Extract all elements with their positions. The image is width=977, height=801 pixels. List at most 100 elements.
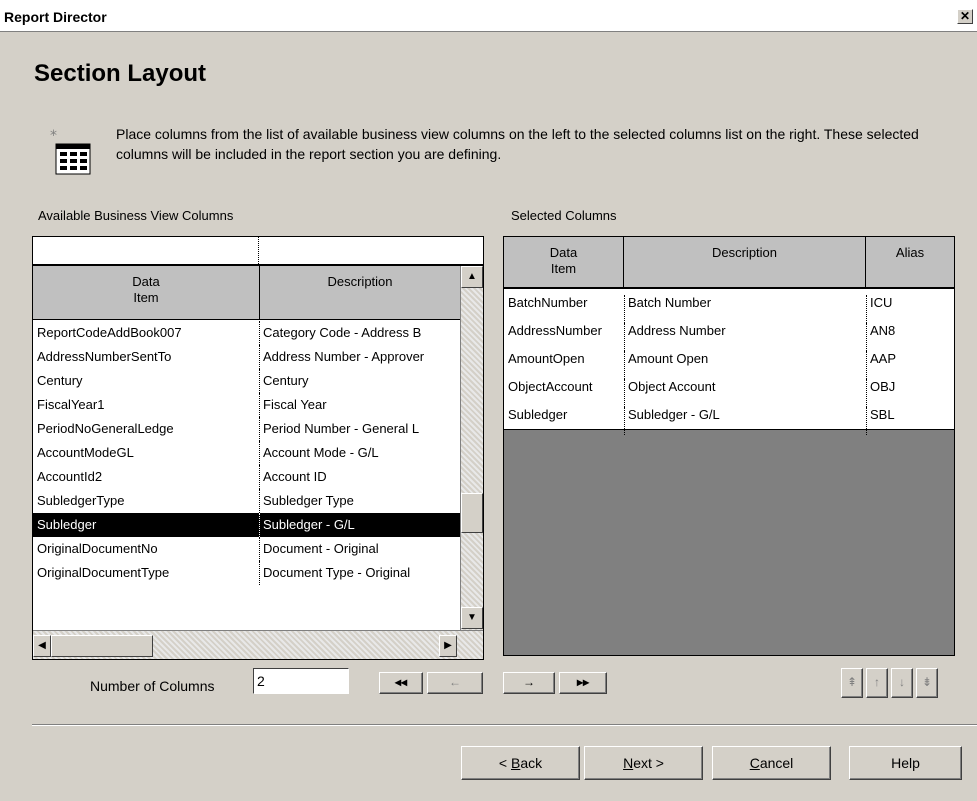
cell-alias: AN8 — [870, 323, 896, 338]
cell-description: Account Mode - G/L — [263, 445, 379, 460]
cell-data-item: BatchNumber — [508, 295, 588, 310]
cell-description: Subledger - G/L — [263, 517, 355, 532]
cancel-label: ancel — [759, 755, 794, 771]
scroll-right-button[interactable]: ▶ — [439, 635, 457, 657]
add-button[interactable]: → — [503, 672, 555, 694]
sel-header-alias[interactable]: Alias — [866, 237, 954, 290]
move-top-button[interactable]: ⇞ — [841, 668, 863, 698]
table-row[interactable]: ReportCodeAddBook007 Category Code - Addr… — [33, 321, 460, 345]
cell-description: Period Number - General L — [263, 421, 420, 436]
close-icon: ✕ — [959, 9, 971, 23]
cell-alias: SBL — [870, 407, 895, 422]
remove-button[interactable]: ← — [427, 672, 483, 694]
scroll-down-button[interactable]: ▼ — [461, 607, 483, 629]
table-row[interactable]: Century Century — [33, 369, 460, 393]
column-separator — [259, 537, 260, 561]
table-row[interactable]: OriginalDocumentNo Document - Original — [33, 537, 460, 561]
cell-data-item: AmountOpen — [508, 351, 585, 366]
selected-columns-grid[interactable]: Data Item Description Alias BatchNumber B… — [503, 236, 955, 656]
cell-description: Subledger Type — [263, 493, 354, 508]
cancel-button[interactable]: Cancel — [712, 746, 831, 780]
header-data-item[interactable]: Data Item — [33, 266, 260, 319]
move-bottom-button[interactable]: ⇟ — [916, 668, 938, 698]
left-arrow-icon: ← — [449, 675, 461, 689]
cell-data-item: Subledger — [37, 517, 97, 532]
scroll-up-button[interactable]: ▲ — [461, 266, 483, 288]
cell-data-item: Century — [37, 373, 83, 388]
available-columns-label: Available Business View Columns — [38, 208, 234, 223]
down-arrow-icon: ↓ — [899, 675, 905, 689]
title-bar: Report Director ✕ — [0, 0, 977, 32]
back-prefix: < — [498, 755, 511, 771]
table-row[interactable]: AccountId2 Account ID — [33, 465, 460, 489]
right-arrow-icon: → — [523, 675, 535, 689]
column-separator — [624, 407, 625, 435]
column-separator — [259, 513, 260, 537]
cancel-accelerator: C — [749, 755, 760, 771]
cell-description: Object Account — [628, 379, 716, 394]
table-row[interactable]: PeriodNoGeneralLedge Period Number - Gene… — [33, 417, 460, 441]
cell-description: Batch Number — [628, 295, 712, 310]
table-row[interactable]: AmountOpen Amount Open AAP — [504, 345, 954, 379]
cell-description: Document - Original — [263, 541, 379, 556]
table-row[interactable]: BatchNumber Batch Number ICU — [504, 289, 954, 323]
cell-data-item: AccountModeGL — [37, 445, 134, 460]
cell-description: Amount Open — [628, 351, 709, 366]
available-header-row: Data Item Description — [33, 266, 460, 320]
cell-data-item: AddressNumberSentTo — [37, 349, 172, 364]
table-row[interactable]: Subledger Subledger - G/L — [33, 513, 460, 537]
close-button[interactable]: ✕ — [957, 9, 973, 24]
remove-all-button[interactable]: ◂◂ — [379, 672, 423, 694]
table-row[interactable]: AddressNumberSentTo Address Number - Appr… — [33, 345, 460, 369]
triangle-right-icon: ▶ — [444, 640, 452, 651]
cell-description: Fiscal Year — [263, 397, 327, 412]
table-row[interactable]: AddressNumber Address Number AN8 — [504, 317, 954, 351]
cell-data-item: SubledgerType — [37, 493, 125, 508]
table-row[interactable]: Subledger Subledger - G/L SBL — [504, 401, 954, 435]
column-separator — [259, 321, 260, 345]
cell-description: Subledger - G/L — [628, 407, 720, 422]
cell-data-item: ReportCodeAddBook007 — [37, 325, 182, 340]
triangle-down-icon: ▼ — [467, 612, 477, 623]
double-left-arrow-icon: ◂◂ — [394, 675, 408, 689]
window-title: Report Director — [4, 9, 107, 25]
column-separator — [259, 489, 260, 513]
cell-description: Account ID — [263, 469, 327, 484]
move-down-button[interactable]: ↓ — [891, 668, 913, 698]
scroll-left-button[interactable]: ◀ — [33, 635, 51, 657]
next-label: ext > — [633, 755, 664, 771]
page-title: Section Layout — [34, 60, 207, 87]
number-of-columns-input[interactable] — [253, 668, 349, 694]
table-row[interactable]: AccountModeGL Account Mode - G/L — [33, 441, 460, 465]
cell-data-item: OriginalDocumentType — [37, 565, 170, 580]
vertical-scrollbar[interactable]: ▲ ▼ — [460, 266, 483, 630]
selected-columns-label: Selected Columns — [511, 208, 617, 223]
filter-cell-description[interactable] — [260, 237, 483, 264]
header-description[interactable]: Description — [260, 266, 460, 319]
next-button[interactable]: Next > — [584, 746, 703, 780]
table-icon: * — [50, 128, 98, 178]
horizontal-scrollbar[interactable]: ◀ ▶ — [33, 630, 483, 659]
table-row[interactable]: OriginalDocumentType Document Type - Orig… — [33, 561, 460, 585]
table-row[interactable]: SubledgerType Subledger Type — [33, 489, 460, 513]
double-right-arrow-icon: ▸▸ — [576, 675, 590, 689]
sel-header-description[interactable]: Description — [624, 237, 866, 290]
table-row[interactable]: FiscalYear1 Fiscal Year — [33, 393, 460, 417]
cell-data-item: FiscalYear1 — [37, 397, 105, 412]
cell-description: Category Code - Address B — [263, 325, 422, 340]
available-columns-grid[interactable]: Data Item Description ReportCodeAddBook0… — [32, 236, 484, 660]
instructions-text: Place columns from the list of available… — [116, 126, 919, 162]
help-button[interactable]: Help — [849, 746, 962, 780]
svg-text:*: * — [50, 128, 57, 144]
back-label: ack — [520, 755, 543, 771]
hscroll-thumb[interactable] — [51, 635, 153, 657]
scroll-thumb[interactable] — [461, 493, 483, 533]
filter-cell-data-item[interactable] — [33, 237, 259, 264]
sel-header-data-item[interactable]: Data Item — [504, 237, 624, 290]
cell-description: Address Number — [628, 323, 726, 338]
cell-alias: OBJ — [870, 379, 896, 394]
table-row[interactable]: ObjectAccount Object Account OBJ — [504, 373, 954, 407]
add-all-button[interactable]: ▸▸ — [559, 672, 607, 694]
back-button[interactable]: < Back — [461, 746, 580, 780]
move-up-button[interactable]: ↑ — [866, 668, 888, 698]
